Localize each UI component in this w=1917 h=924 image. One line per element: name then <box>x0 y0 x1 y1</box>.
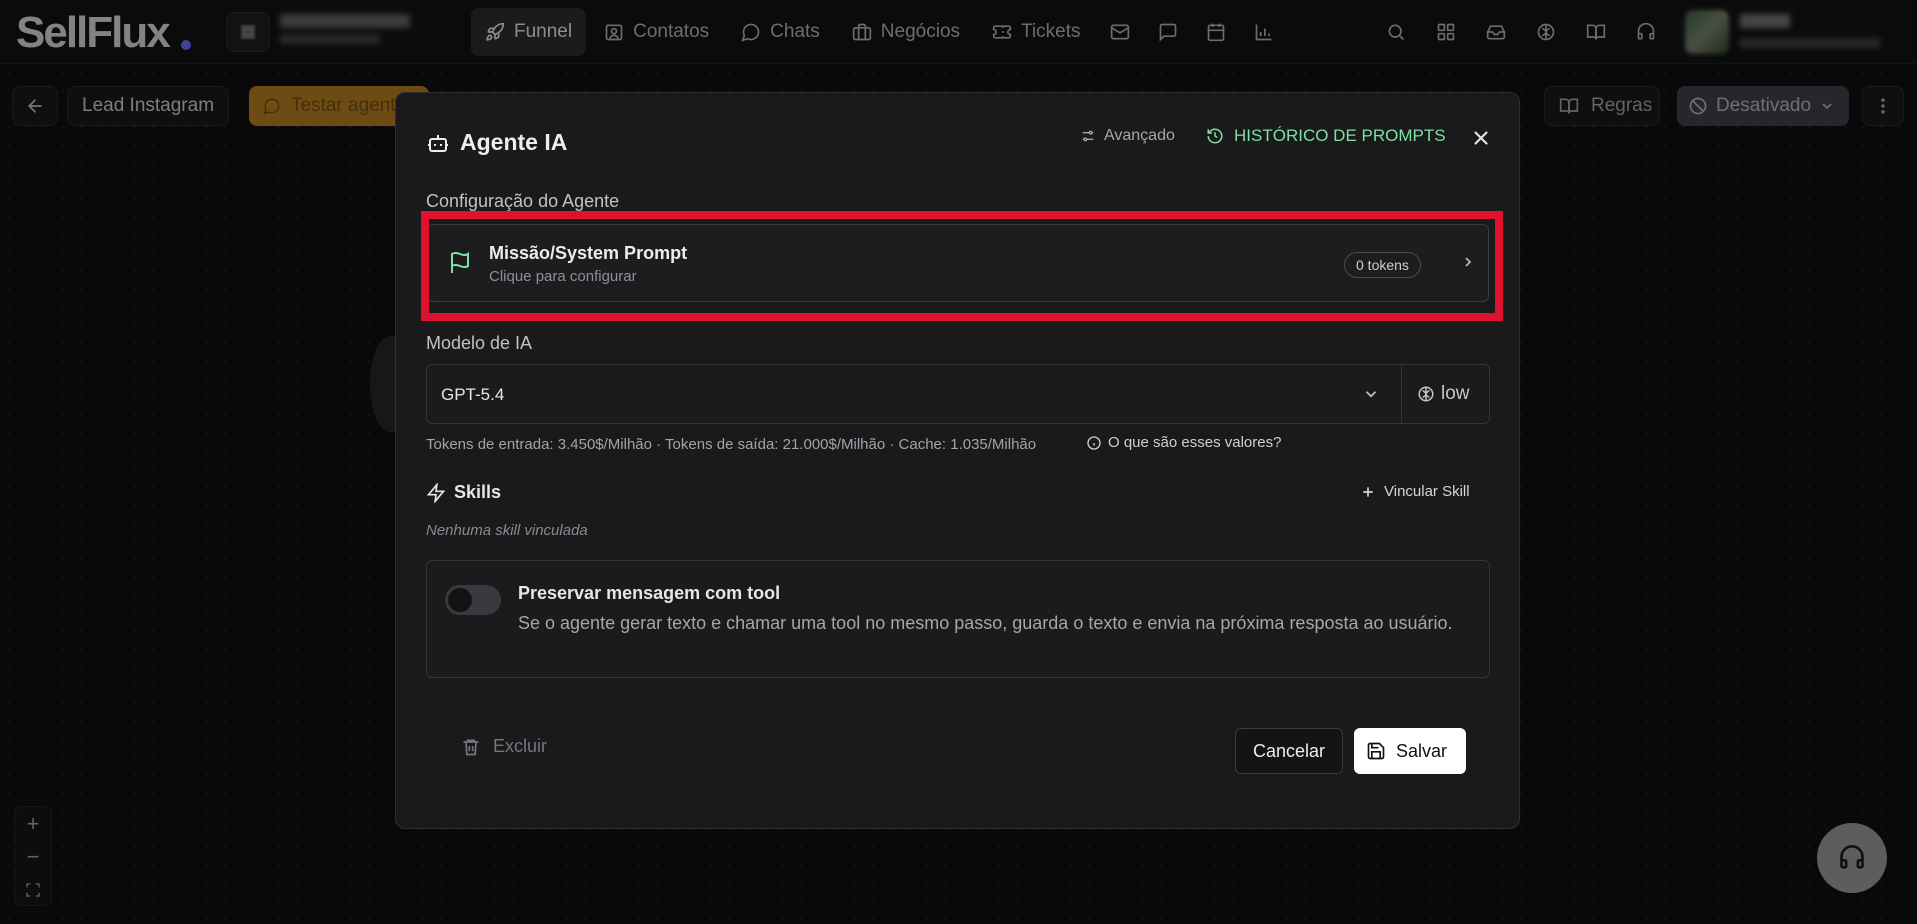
preserve-message-title: Preservar mensagem com tool <box>518 583 781 603</box>
save-label: Salvar <box>1396 740 1448 761</box>
config-section-label: Configuração do Agente <box>426 191 620 211</box>
skills-title: Skills <box>454 482 502 502</box>
highlight-annotation-box <box>421 211 1503 321</box>
delete-label: Excluir <box>493 736 548 756</box>
plus-icon <box>1363 486 1373 497</box>
model-section-label: Modelo de IA <box>426 333 533 353</box>
history-icon <box>1207 128 1223 144</box>
model-value: GPT-5.4 <box>441 385 505 404</box>
prompt-history-label: HISTÓRICO DE PROMPTS <box>1234 126 1446 145</box>
save-icon <box>1367 742 1385 760</box>
modal-title-text: Agente IA <box>460 129 568 155</box>
preserve-message-card: Preservar mensagem com tool Se o agente … <box>426 560 1490 678</box>
close-button[interactable] <box>1464 121 1498 155</box>
ai-model-select[interactable]: GPT-5.4 low <box>426 364 1490 424</box>
skills-header: Skills <box>426 482 501 503</box>
link-skill-label: Vincular Skill <box>1384 483 1470 500</box>
preserve-message-toggle[interactable] <box>445 585 501 615</box>
select-divider <box>1401 365 1402 423</box>
close-icon <box>1474 131 1488 145</box>
info-icon <box>1087 435 1101 450</box>
pricing-help-label: O que são esses valores? <box>1108 434 1282 451</box>
no-skills-text: Nenhuma skill vinculada <box>426 522 588 539</box>
advanced-label: Avançado <box>1104 127 1175 144</box>
save-button[interactable]: Salvar <box>1354 728 1466 774</box>
reasoning-effort-select[interactable]: low <box>1417 383 1470 405</box>
agent-ia-modal: Agente IA Avançado HISTÓRICO DE PROMPTS … <box>395 92 1520 829</box>
brain-icon <box>1418 386 1434 402</box>
advanced-button[interactable]: Avançado <box>1080 127 1175 145</box>
token-pricing-text: Tokens de entrada: 3.450$/Milhão · Token… <box>426 436 1037 453</box>
chevron-down-icon <box>1365 391 1377 398</box>
reasoning-effort-value: low <box>1441 383 1470 404</box>
preserve-message-description: Se o agente gerar texto e chamar uma too… <box>518 613 1453 633</box>
prompt-history-button[interactable]: HISTÓRICO DE PROMPTS <box>1206 126 1446 146</box>
sliders-icon <box>1082 130 1094 142</box>
link-skill-button[interactable]: Vincular Skill <box>1360 483 1470 500</box>
toggle-knob <box>448 588 472 612</box>
bot-icon <box>428 134 448 152</box>
modal-title: Agente IA <box>426 129 567 156</box>
delete-button[interactable]: Excluir <box>461 736 547 757</box>
zap-icon <box>426 482 446 503</box>
trash-icon <box>463 739 479 755</box>
pricing-help-link[interactable]: O que são esses valores? <box>1086 434 1281 451</box>
cancel-button[interactable]: Cancelar <box>1235 728 1343 774</box>
